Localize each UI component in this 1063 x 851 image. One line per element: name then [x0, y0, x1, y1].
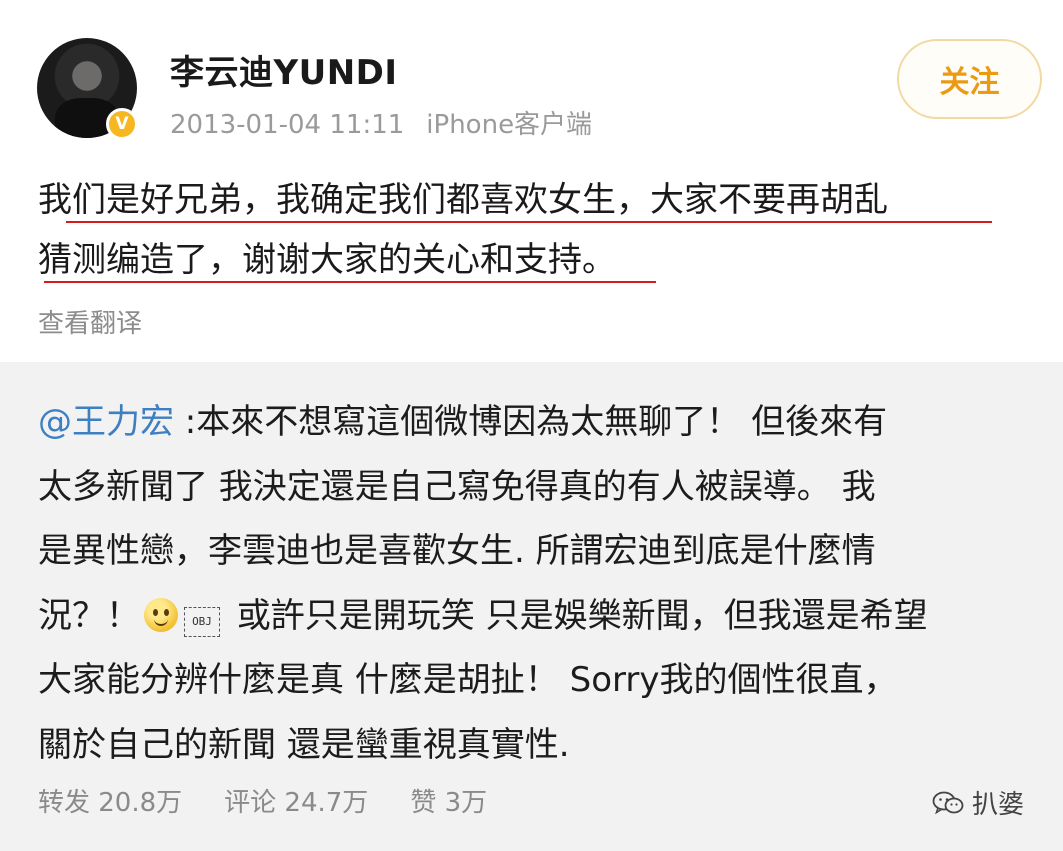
repost-line-3: 是異性戀，李雲迪也是喜歡女生. 所謂宏迪到底是什麼情 [38, 531, 876, 571]
post-source: iPhone客户端 [426, 110, 593, 140]
obj-placeholder-icon: OBJ [184, 606, 220, 637]
smile-emoji-icon [144, 597, 178, 632]
repost-line-1: @王力宏 :本來不想寫這個微博因為太無聊了！ 但後來有 [38, 390, 1028, 455]
repost-line-text: :本來不想寫這個微博因為太無聊了！ 但後來有 [174, 402, 888, 442]
like-count[interactable]: 赞 3万 [410, 782, 487, 819]
repost-line-prefix: 況？！ [38, 595, 140, 636]
repost-stats: 转发 20.8万 评论 24.7万 赞 3万 [38, 782, 487, 819]
comment-count[interactable]: 评论 24.7万 [224, 782, 368, 819]
repost-line-2: 太多新聞了 我決定還是自己寫免得真的有人被誤導。 我 [38, 466, 876, 507]
repost-line-6: 關於自己的新聞 還是蠻重視真實性. [38, 724, 570, 765]
repost-card[interactable]: @王力宏 :本來不想寫這個微博因為太無聊了！ 但後來有 太多新聞了 我決定還是自… [0, 362, 1063, 851]
repost-text: @王力宏 :本來不想寫這個微博因為太無聊了！ 但後來有 太多新聞了 我決定還是自… [38, 390, 1028, 777]
repost-line-text: 或許只是開玩笑 只是娛樂新聞，但我還是希望 [226, 595, 928, 636]
post-timestamp: 2013-01-04 11:11 [170, 110, 405, 140]
verified-badge-icon: V [106, 108, 138, 140]
follow-button[interactable]: 关注 [897, 39, 1042, 119]
wechat-icon [932, 791, 964, 814]
watermark: 扒婆 [932, 784, 1024, 821]
highlight-underline [44, 281, 656, 283]
watermark-text: 扒婆 [972, 790, 1025, 820]
username[interactable]: 李云迪YUNDI [170, 45, 398, 94]
translate-link[interactable]: 查看翻译 [38, 303, 142, 340]
post-text: 我们是好兄弟，我确定我们都喜欢女生，大家不要再胡乱 猜测编造了，谢谢大家的关心和… [38, 170, 1028, 290]
weibo-post: V 李云迪YUNDI 2013-01-04 11:11 iPhone客户端 关注 … [0, 0, 1063, 362]
repost-count[interactable]: 转发 20.8万 [38, 782, 182, 819]
highlight-underline [66, 221, 992, 223]
repost-line-4: 況？！ OBJ 或許只是開玩笑 只是娛樂新聞，但我還是希望 [38, 584, 1028, 649]
post-meta: 2013-01-04 11:11 iPhone客户端 [170, 104, 592, 141]
repost-line-5: 大家能分辨什麼是真 什麼是胡扯！ Sorry我的個性很直， [38, 660, 898, 700]
mention-link[interactable]: @王力宏 [38, 402, 174, 442]
